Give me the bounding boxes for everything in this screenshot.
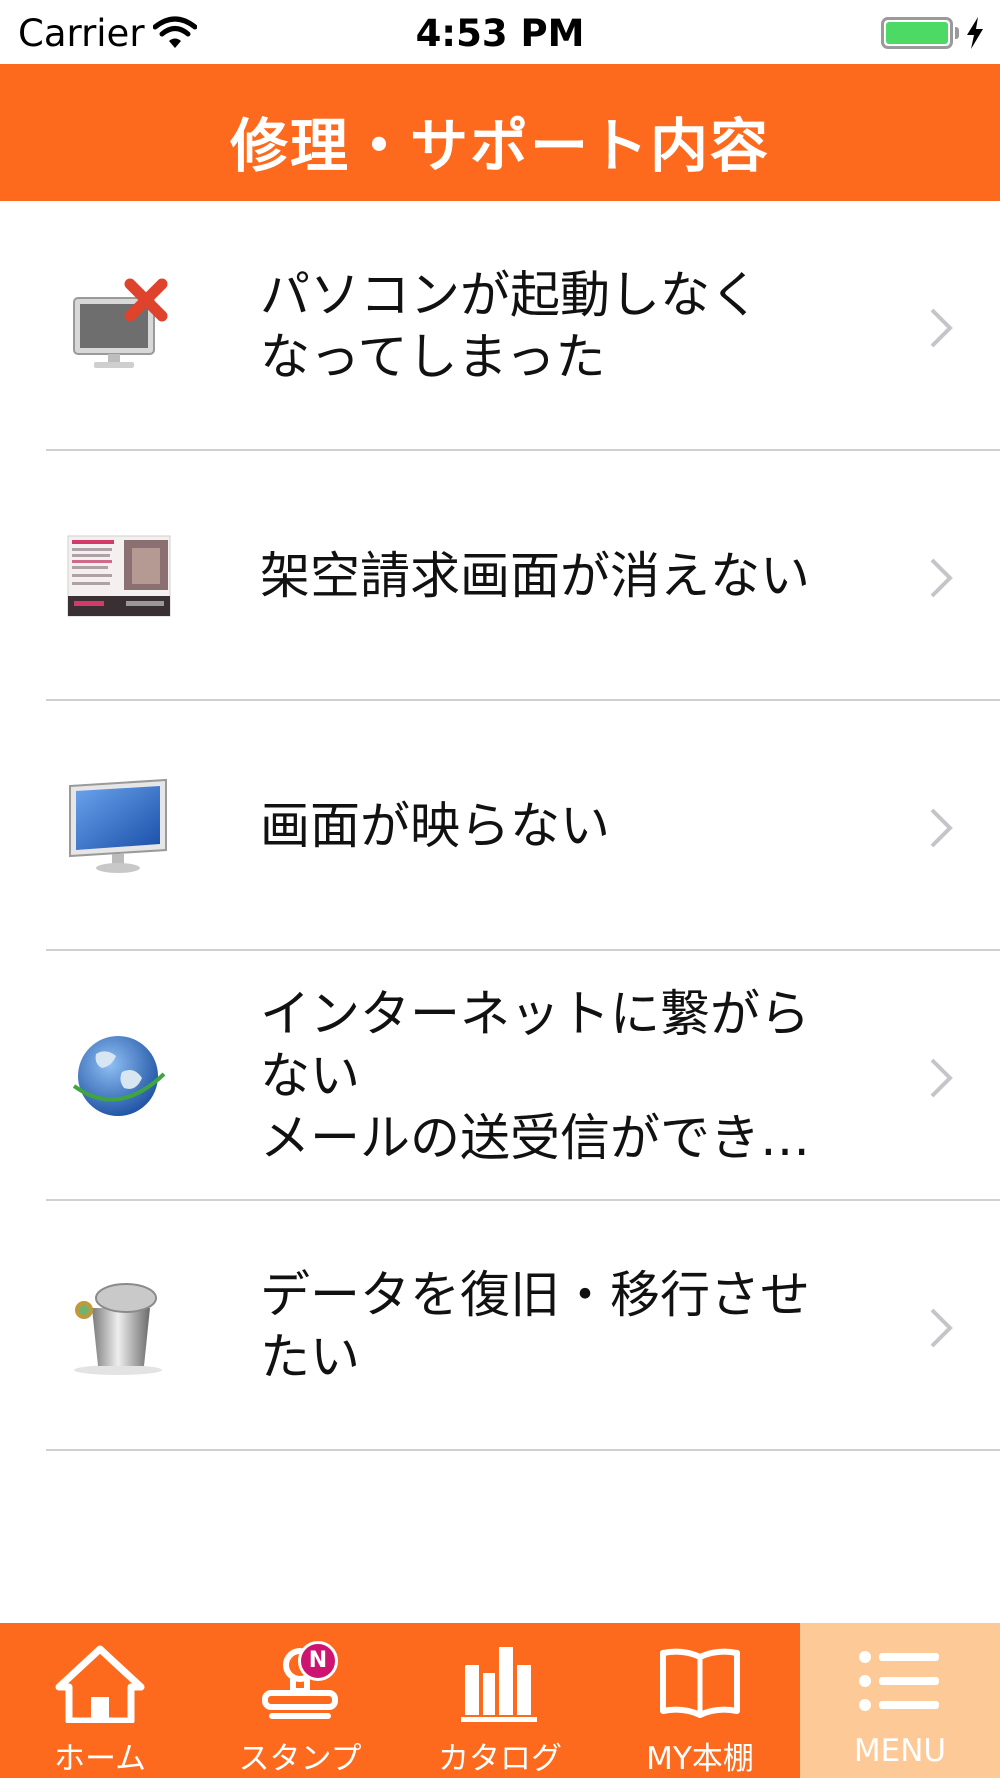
list-item-no-internet[interactable]: インターネットに繋がら ない メールの送受信ができ… <box>0 951 1000 1201</box>
chevron-right-icon <box>930 308 953 348</box>
list-item-label: 画面が映らない <box>260 797 610 855</box>
tab-label: ホーム <box>53 1741 147 1777</box>
chevron-right-icon <box>930 1308 953 1348</box>
tab-bar: ホーム N スタンプ カタログ MY本棚 MENU <box>0 1623 1000 1778</box>
nav-header: 修理・サポート内容 <box>0 64 1000 201</box>
list-item-label: データを復旧・移行させ たい <box>260 1266 810 1386</box>
monitor-icon <box>69 778 167 873</box>
list-item-fake-billing[interactable]: 架空請求画面が消えない <box>0 451 1000 701</box>
catalog-icon <box>461 1647 537 1722</box>
list-item-pc-not-starting[interactable]: パソコンが起動しなく なってしまった <box>0 201 1000 451</box>
pc-error-icon <box>73 278 168 368</box>
status-bar: Carrier 4:53 PM <box>0 0 1000 64</box>
chevron-right-icon <box>930 808 953 848</box>
page-title: 修理・サポート内容 <box>229 112 770 180</box>
list-item-label: パソコンが起動しなく なってしまった <box>260 266 760 386</box>
tab-stamp[interactable]: N スタンプ <box>200 1623 400 1778</box>
tab-home[interactable]: ホーム <box>0 1623 200 1778</box>
new-badge: N <box>298 1641 338 1681</box>
fake-billing-screen-icon <box>67 535 171 617</box>
tab-label: カタログ <box>438 1741 562 1777</box>
tab-menu[interactable]: MENU <box>800 1623 1000 1778</box>
chevron-right-icon <box>930 1058 953 1098</box>
list-item-label: 架空請求画面が消えない <box>260 547 810 605</box>
tab-my-bookshelf[interactable]: MY本棚 <box>600 1623 800 1778</box>
battery-icon <box>881 17 953 49</box>
menu-icon <box>859 1651 939 1711</box>
list-item-data-recovery[interactable]: データを復旧・移行させ たい <box>0 1201 1000 1451</box>
chevron-right-icon <box>930 558 953 598</box>
list-item-no-display[interactable]: 画面が映らない <box>0 701 1000 951</box>
globe-icon <box>72 1036 166 1116</box>
tab-label: MENU <box>853 1733 947 1769</box>
book-icon <box>660 1648 740 1718</box>
clock: 4:53 PM <box>415 12 585 55</box>
charging-bolt-icon <box>967 17 983 49</box>
support-menu-list: パソコンが起動しなく なってしまった 架空請求画面が消えない 画面が映らない イ… <box>0 201 1000 1451</box>
battery-tip <box>955 27 959 39</box>
tab-label: スタンプ <box>238 1741 362 1777</box>
tab-label: MY本棚 <box>646 1741 754 1777</box>
tab-catalog[interactable]: カタログ <box>400 1623 600 1778</box>
home-icon <box>55 1645 145 1723</box>
list-item-label: インターネットに繋がら ない メールの送受信ができ… <box>260 985 810 1167</box>
trash-can-icon <box>74 1283 162 1375</box>
